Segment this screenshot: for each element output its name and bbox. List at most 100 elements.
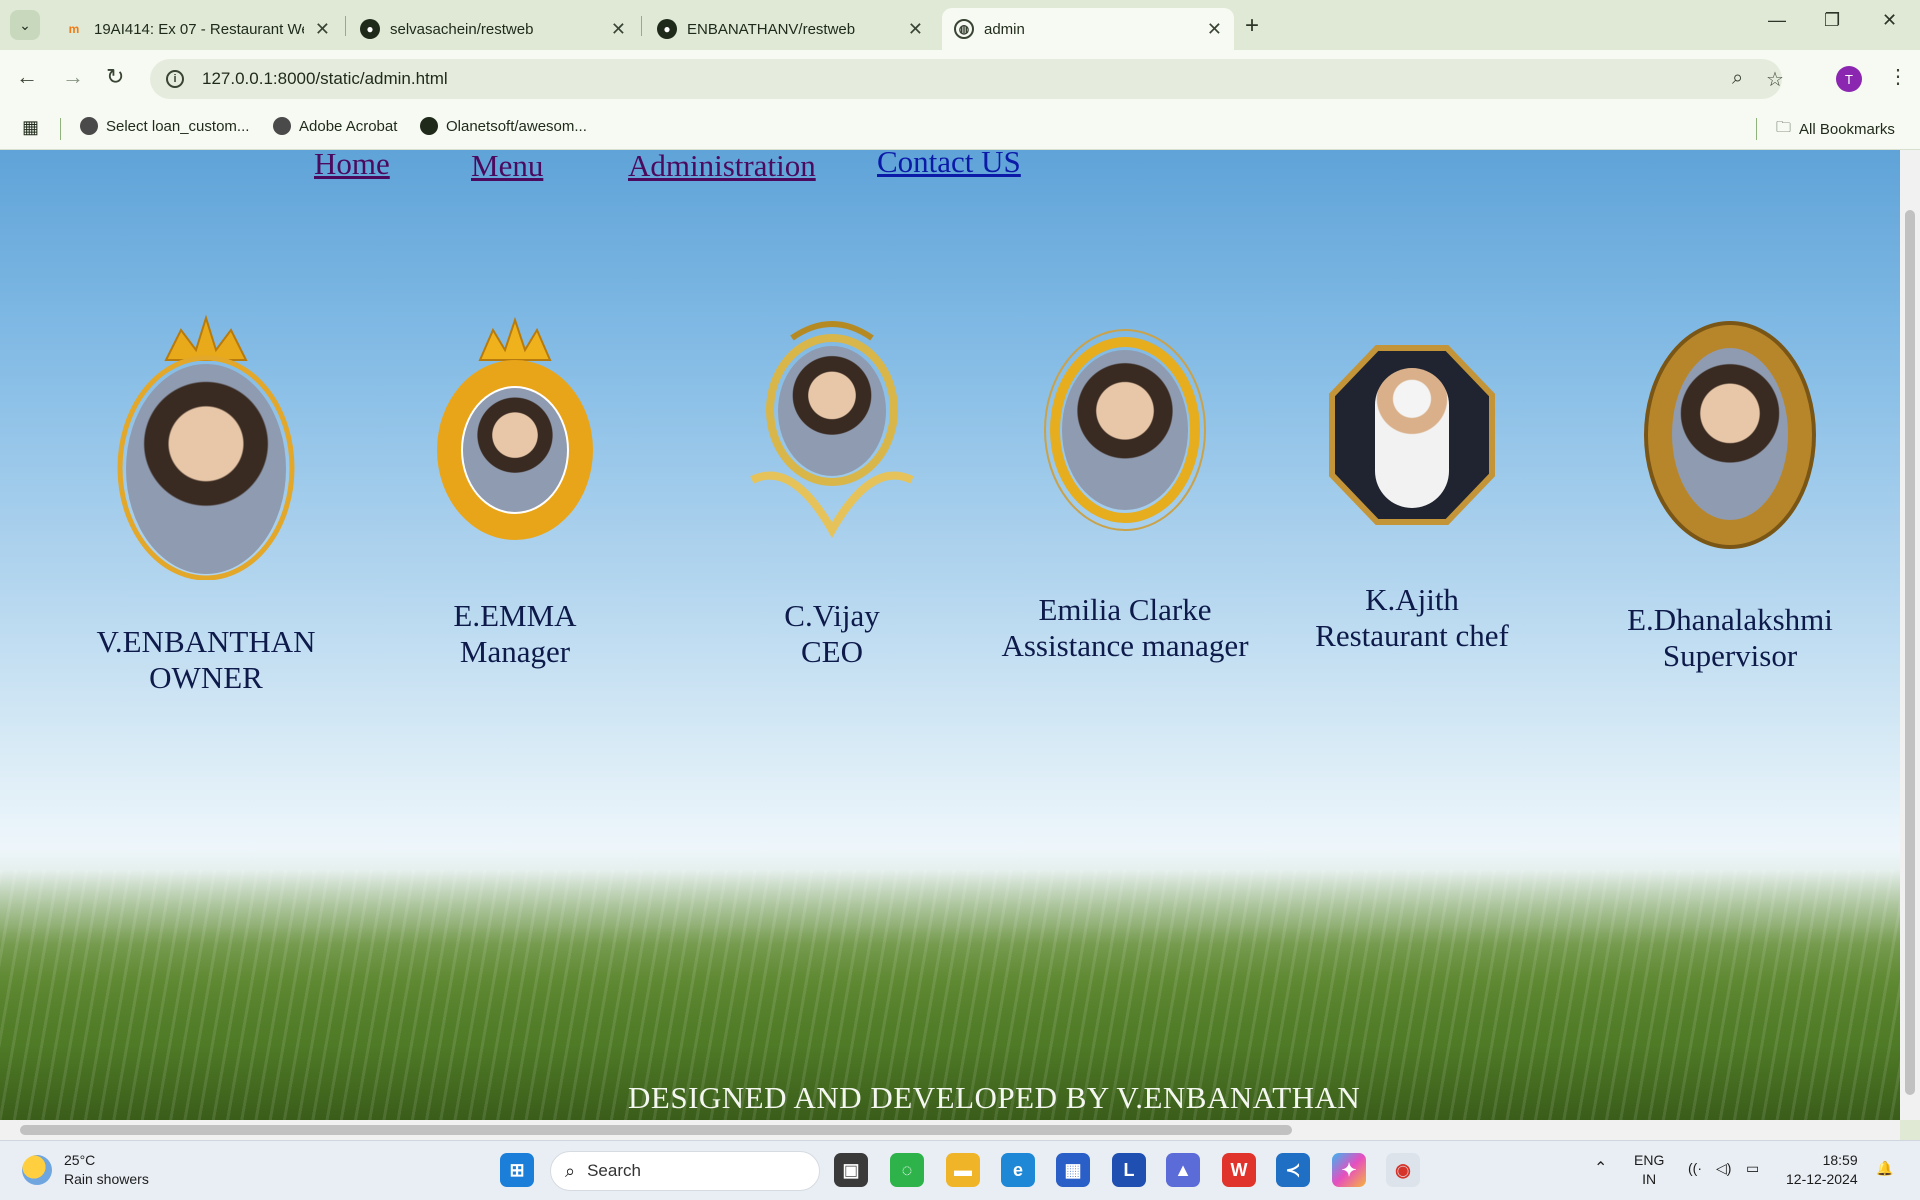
- portrait-photo: [1062, 350, 1188, 510]
- clock[interactable]: 18:59 12-12-2024: [1786, 1151, 1858, 1189]
- file-explorer-icon[interactable]: ▬: [946, 1153, 980, 1187]
- site-info-icon[interactable]: i: [166, 70, 184, 88]
- nav-contact-link[interactable]: Contact US: [877, 150, 1021, 180]
- windows-start-icon[interactable]: ⊞: [500, 1153, 534, 1187]
- vertical-scrollbar[interactable]: [1900, 150, 1920, 1120]
- browser-toolbar: ← → ↻ i 127.0.0.1:8000/static/admin.html…: [0, 50, 1920, 108]
- battery-icon[interactable]: ▭: [1746, 1159, 1759, 1178]
- close-icon[interactable]: ✕: [1207, 19, 1222, 40]
- github-icon: ●: [360, 19, 380, 39]
- close-icon[interactable]: ✕: [315, 19, 330, 40]
- team-member-card: K.Ajith Restaurant chef: [1282, 300, 1542, 654]
- portrait-photo: [778, 346, 886, 476]
- tab-separator: [345, 16, 346, 36]
- member-role: Supervisor: [1662, 638, 1798, 673]
- tab-title: 19AI414: Ex 07 - Restaurant We: [94, 20, 304, 38]
- github-icon: ●: [657, 19, 677, 39]
- search-label: Search: [587, 1161, 641, 1180]
- copilot-icon[interactable]: ✦: [1332, 1153, 1366, 1187]
- wifi-icon[interactable]: ((·: [1688, 1159, 1702, 1178]
- browser-tab[interactable]: ● selvasachein/restweb ✕: [348, 8, 638, 50]
- tab-title: admin: [984, 20, 1025, 38]
- volume-icon[interactable]: ◁): [1716, 1159, 1731, 1178]
- member-name: E.Dhanalakshmi: [1627, 602, 1833, 637]
- minimize-icon[interactable]: —: [1768, 10, 1786, 31]
- tab-search-button[interactable]: ⌄: [10, 10, 40, 40]
- weather-icon: [22, 1155, 52, 1185]
- a-app-icon[interactable]: ▲: [1166, 1153, 1200, 1187]
- notification-bell-icon[interactable]: 🔔: [1876, 1159, 1893, 1178]
- member-name: V.ENBANTHAN: [96, 624, 316, 659]
- tab-strip: ⌄ m 19AI414: Ex 07 - Restaurant We ✕ ● s…: [0, 0, 1920, 50]
- browser-tab[interactable]: m 19AI414: Ex 07 - Restaurant We ✕: [52, 8, 342, 50]
- bookmarks-separator: [60, 118, 61, 140]
- vscode-icon[interactable]: ≺: [1276, 1153, 1310, 1187]
- scrollbar-thumb[interactable]: [1905, 210, 1915, 1095]
- l-app-icon[interactable]: L: [1112, 1153, 1146, 1187]
- bookmark-item[interactable]: Adobe Acrobat: [273, 117, 397, 135]
- chrome-icon[interactable]: ◉: [1386, 1153, 1420, 1187]
- close-icon[interactable]: ✕: [908, 19, 923, 40]
- nav-administration-link[interactable]: Administration: [628, 150, 816, 184]
- browser-tab-active[interactable]: ◍ admin ✕: [942, 8, 1234, 50]
- member-name: E.EMMA: [453, 598, 577, 633]
- folder-icon: 🗀: [1776, 119, 1792, 136]
- member-role: CEO: [801, 634, 863, 669]
- page-viewport: Home Menu Administration Contact US V.EN…: [0, 150, 1900, 1120]
- globe-icon: [80, 117, 98, 135]
- bookmark-item[interactable]: Olanetsoft/awesom...: [420, 117, 587, 135]
- bookmark-item[interactable]: Select loan_custom...: [80, 117, 249, 135]
- portrait-frame: [1640, 300, 1820, 570]
- new-tab-plus-icon[interactable]: +: [1245, 12, 1259, 40]
- store-icon[interactable]: ▦: [1056, 1153, 1090, 1187]
- portrait-frame: [111, 300, 301, 581]
- nav-home-link[interactable]: Home: [314, 150, 390, 182]
- tab-separator: [641, 16, 642, 36]
- star-bookmark-icon[interactable]: ☆: [1766, 67, 1784, 92]
- portrait-photo: [126, 364, 286, 574]
- region-code: IN: [1642, 1171, 1657, 1187]
- weather-widget[interactable]: 25°C Rain showers: [22, 1151, 149, 1189]
- zoom-icon[interactable]: ⌕: [1732, 67, 1743, 90]
- more-menu-icon[interactable]: ⋮: [1888, 64, 1908, 89]
- member-role: OWNER: [149, 660, 263, 695]
- portrait-frame: [425, 310, 605, 550]
- forward-arrow-icon[interactable]: →: [62, 64, 84, 90]
- tab-title: ENBANATHANV/restweb: [687, 20, 856, 38]
- address-bar[interactable]: i 127.0.0.1:8000/static/admin.html ⌕ ☆: [150, 59, 1784, 99]
- clock-date: 12-12-2024: [1786, 1171, 1858, 1187]
- language-indicator[interactable]: ENG IN: [1634, 1151, 1664, 1189]
- member-role: Manager: [459, 634, 571, 669]
- globe-icon: ◍: [954, 19, 974, 39]
- bookmarks-separator: [1756, 118, 1757, 140]
- team-member-card: V.ENBANTHAN OWNER: [76, 300, 336, 696]
- taskbar-search[interactable]: ⌕ Search: [550, 1151, 820, 1191]
- back-arrow-icon[interactable]: ←: [16, 64, 38, 90]
- profile-avatar[interactable]: T: [1836, 66, 1862, 92]
- portrait-frame: [1040, 300, 1210, 560]
- scrollbar-thumb[interactable]: [20, 1125, 1292, 1135]
- reload-icon[interactable]: ↻: [106, 64, 124, 90]
- horizontal-scrollbar[interactable]: [0, 1120, 1900, 1140]
- all-bookmarks[interactable]: 🗀 All Bookmarks: [1776, 117, 1895, 142]
- restore-icon[interactable]: ❐: [1824, 10, 1840, 31]
- team-member-card: E.Dhanalakshmi Supervisor: [1595, 300, 1865, 674]
- task-view-icon[interactable]: ▣: [834, 1153, 868, 1187]
- wps-icon[interactable]: W: [1222, 1153, 1256, 1187]
- weather-temperature: 25°C: [64, 1152, 96, 1168]
- apps-grid-icon[interactable]: ▦: [22, 117, 39, 138]
- member-name: Emilia Clarke: [1038, 592, 1212, 627]
- tray-overflow-icon[interactable]: ⌃: [1594, 1159, 1607, 1178]
- app-ring-icon[interactable]: ◌: [890, 1153, 924, 1187]
- close-icon[interactable]: ✕: [611, 19, 626, 40]
- url-text[interactable]: 127.0.0.1:8000/static/admin.html: [202, 69, 448, 89]
- member-name: K.Ajith: [1365, 582, 1459, 617]
- portrait-photo: [1672, 348, 1788, 520]
- weather-description: Rain showers: [64, 1171, 149, 1187]
- edge-icon[interactable]: e: [1001, 1153, 1035, 1187]
- windows-taskbar: 25°C Rain showers ⊞ ⌕ Search ▣ ◌ ▬ e ▦ L…: [0, 1140, 1920, 1200]
- portrait-frame: [732, 310, 932, 550]
- nav-menu-link[interactable]: Menu: [471, 150, 543, 184]
- close-window-icon[interactable]: ✕: [1882, 10, 1897, 31]
- browser-tab[interactable]: ● ENBANATHANV/restweb ✕: [645, 8, 935, 50]
